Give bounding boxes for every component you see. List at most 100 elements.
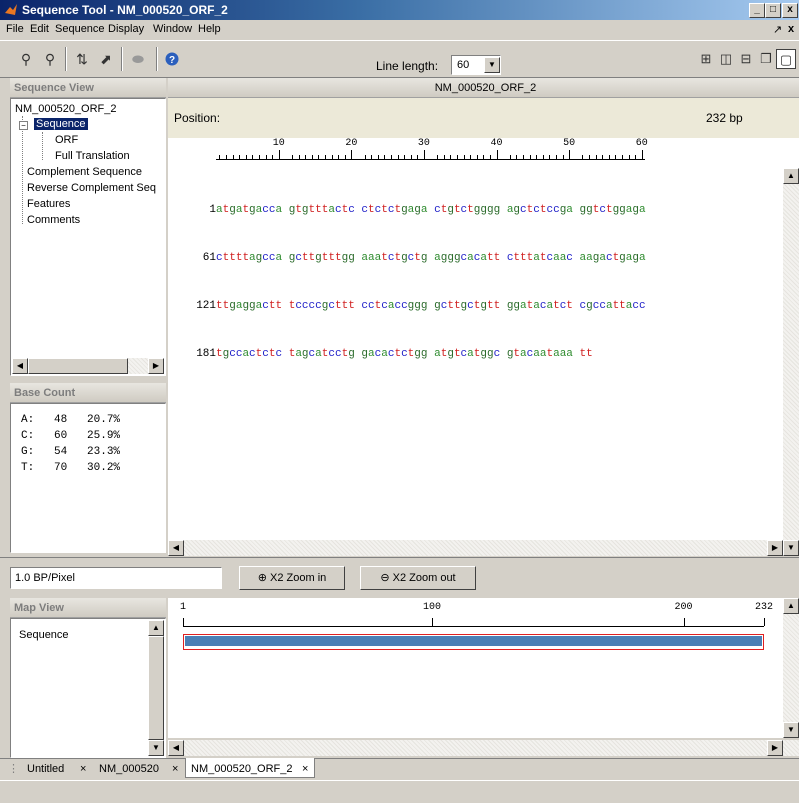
scroll-right-icon[interactable]: ▶ [767, 540, 783, 556]
layout-float-icon[interactable]: ❐ [756, 49, 776, 69]
sequence-line: cttttagcca gcttgtttgg aaatctgctg agggcac… [216, 252, 646, 264]
ruler-tick [536, 155, 538, 159]
eraser-icon[interactable]: ⬬ [128, 49, 148, 69]
menu-help[interactable]: Help [198, 23, 221, 35]
ruler-tick [298, 155, 300, 159]
scroll-down-icon[interactable]: ▼ [148, 740, 164, 756]
scroll-left-icon[interactable]: ◀ [12, 358, 28, 374]
zoom-in-button[interactable]: ⊕ X2 Zoom in [239, 566, 345, 590]
ruler-tick [476, 155, 478, 159]
menu-sequence[interactable]: Sequence [55, 23, 105, 35]
layout-rows-icon[interactable]: ⊟ [736, 49, 756, 69]
close-button[interactable]: x [782, 3, 798, 18]
map-list: Sequence ▲ ▼ [10, 618, 166, 758]
tree-item-comments[interactable]: Comments [27, 214, 80, 226]
tab-untitled[interactable]: Untitled [27, 760, 64, 778]
scroll-thumb[interactable] [148, 636, 164, 740]
ruler-tick [410, 155, 412, 159]
undock-icon[interactable]: ↗ [773, 23, 782, 36]
scroll-up-icon[interactable]: ▲ [783, 168, 799, 184]
scroll-thumb[interactable] [28, 358, 128, 374]
layout-grid-icon[interactable]: ⊞ [696, 49, 716, 69]
ruler-tick [232, 155, 234, 159]
reverse-icon[interactable]: ⇅ [72, 49, 92, 69]
ruler-tick [219, 155, 221, 159]
map-vscrollbar[interactable]: ▲ ▼ [783, 598, 799, 738]
map-ruler: 1 100 200 232 [168, 598, 778, 628]
ruler-tick [239, 155, 241, 159]
close-doc-icon[interactable]: x [788, 23, 794, 35]
menu-display[interactable]: Display [108, 23, 144, 35]
tree-item-reverse-complement[interactable]: Reverse Complement Seq [27, 182, 156, 194]
seq-vscrollbar[interactable]: ▲ [783, 168, 799, 540]
scroll-right-icon[interactable]: ▶ [767, 740, 783, 756]
ruler-tick [608, 155, 610, 159]
minimize-button[interactable]: _ [749, 3, 765, 18]
scroll-left-icon[interactable]: ◀ [168, 540, 184, 556]
tree-item-features[interactable]: Features [27, 198, 70, 210]
chevron-down-icon[interactable]: ▼ [484, 57, 500, 73]
tree-item-full-translation[interactable]: Full Translation [55, 150, 130, 162]
svg-text:?: ? [169, 55, 175, 66]
zoom-in-seq-icon[interactable]: ⚲ [16, 49, 36, 69]
tree-root[interactable]: NM_000520_ORF_2 [15, 103, 117, 115]
layout-columns-icon[interactable]: ◫ [716, 49, 736, 69]
ruler-tick [562, 155, 564, 159]
map-canvas: 1 100 200 232 ▲ ▼ [168, 598, 799, 738]
tab-nm-000520[interactable]: NM_000520 [99, 760, 159, 778]
maximize-button[interactable]: □ [765, 3, 781, 18]
scroll-down-icon[interactable]: ▼ [783, 722, 799, 738]
matlab-logo-icon [5, 4, 17, 15]
map-sequence-bar-frame[interactable] [183, 634, 764, 650]
scroll-right-icon[interactable]: ▶ [148, 358, 164, 374]
scroll-down-icon[interactable]: ▼ [783, 540, 799, 556]
sequence-lines[interactable]: atgatgacca gtgtttactc ctctctgaga ctgtctg… [216, 170, 646, 394]
collapse-icon[interactable]: − [19, 121, 28, 130]
toolbar-separator [121, 47, 123, 71]
tab-close-icon[interactable]: × [80, 760, 86, 778]
ruler-tick [615, 155, 617, 159]
bp-pixel-field[interactable]: 1.0 BP/Pixel [10, 567, 222, 589]
scroll-up-icon[interactable]: ▲ [148, 620, 164, 636]
sequence-display: 10 20 30 40 50 60 1 61 121 181 atgatgacca gtg… [168, 138, 799, 540]
ruler-tick [443, 155, 445, 159]
tree-hscrollbar[interactable]: ◀ ▶ [12, 358, 164, 374]
map-ruler-label: 100 [422, 602, 441, 613]
sequence-view-header: Sequence View [10, 78, 166, 98]
map-item-sequence[interactable]: Sequence [19, 629, 69, 641]
tab-close-icon[interactable]: × [302, 760, 308, 778]
ruler-tick [252, 155, 254, 159]
map-list-vscrollbar[interactable]: ▲ ▼ [148, 620, 164, 756]
line-length-select[interactable]: 60 ▼ [451, 55, 501, 75]
seq-hscrollbar[interactable]: ◀ ▶ ▼ [168, 540, 799, 556]
base-count-header: Base Count [10, 383, 166, 403]
help-icon[interactable]: ? [162, 49, 182, 69]
ruler-tick [463, 155, 465, 159]
ruler-tick [602, 155, 604, 159]
export-icon[interactable]: ⬈ [96, 49, 116, 69]
scroll-up-icon[interactable]: ▲ [783, 598, 799, 614]
menu-file[interactable]: File [6, 23, 24, 35]
ruler-tick [311, 155, 313, 159]
sequence-line: tgccactctc tagcatcctg gacactctgg atgtcat… [216, 348, 593, 360]
tree-item-complement[interactable]: Complement Sequence [27, 166, 142, 178]
menu-edit[interactable]: Edit [30, 23, 49, 35]
zoom-out-button[interactable]: ⊖ X2 Zoom out [360, 566, 476, 590]
menu-window[interactable]: Window [153, 23, 192, 35]
ruler-tick [470, 155, 472, 159]
sequence-ruler: 10 20 30 40 50 60 [168, 138, 788, 168]
tab-nm-000520-orf-2[interactable]: NM_000520_ORF_2 [191, 760, 293, 778]
tree-item-orf[interactable]: ORF [55, 134, 78, 146]
tab-close-icon[interactable]: × [172, 760, 178, 778]
map-hscrollbar[interactable]: ◀ ▶ [168, 740, 799, 756]
ruler-tick [272, 155, 274, 159]
tree-item-sequence[interactable]: Sequence [34, 118, 88, 130]
ruler-tick [265, 155, 267, 159]
toolbar-separator [65, 47, 67, 71]
line-numbers: 1 61 121 181 [168, 170, 216, 394]
scroll-left-icon[interactable]: ◀ [168, 740, 184, 756]
zoom-out-seq-icon[interactable]: ⚲ [40, 49, 60, 69]
ruler-tick [595, 155, 597, 159]
layout-single-icon[interactable]: ▢ [776, 49, 796, 69]
map-ruler-tick [683, 618, 685, 626]
